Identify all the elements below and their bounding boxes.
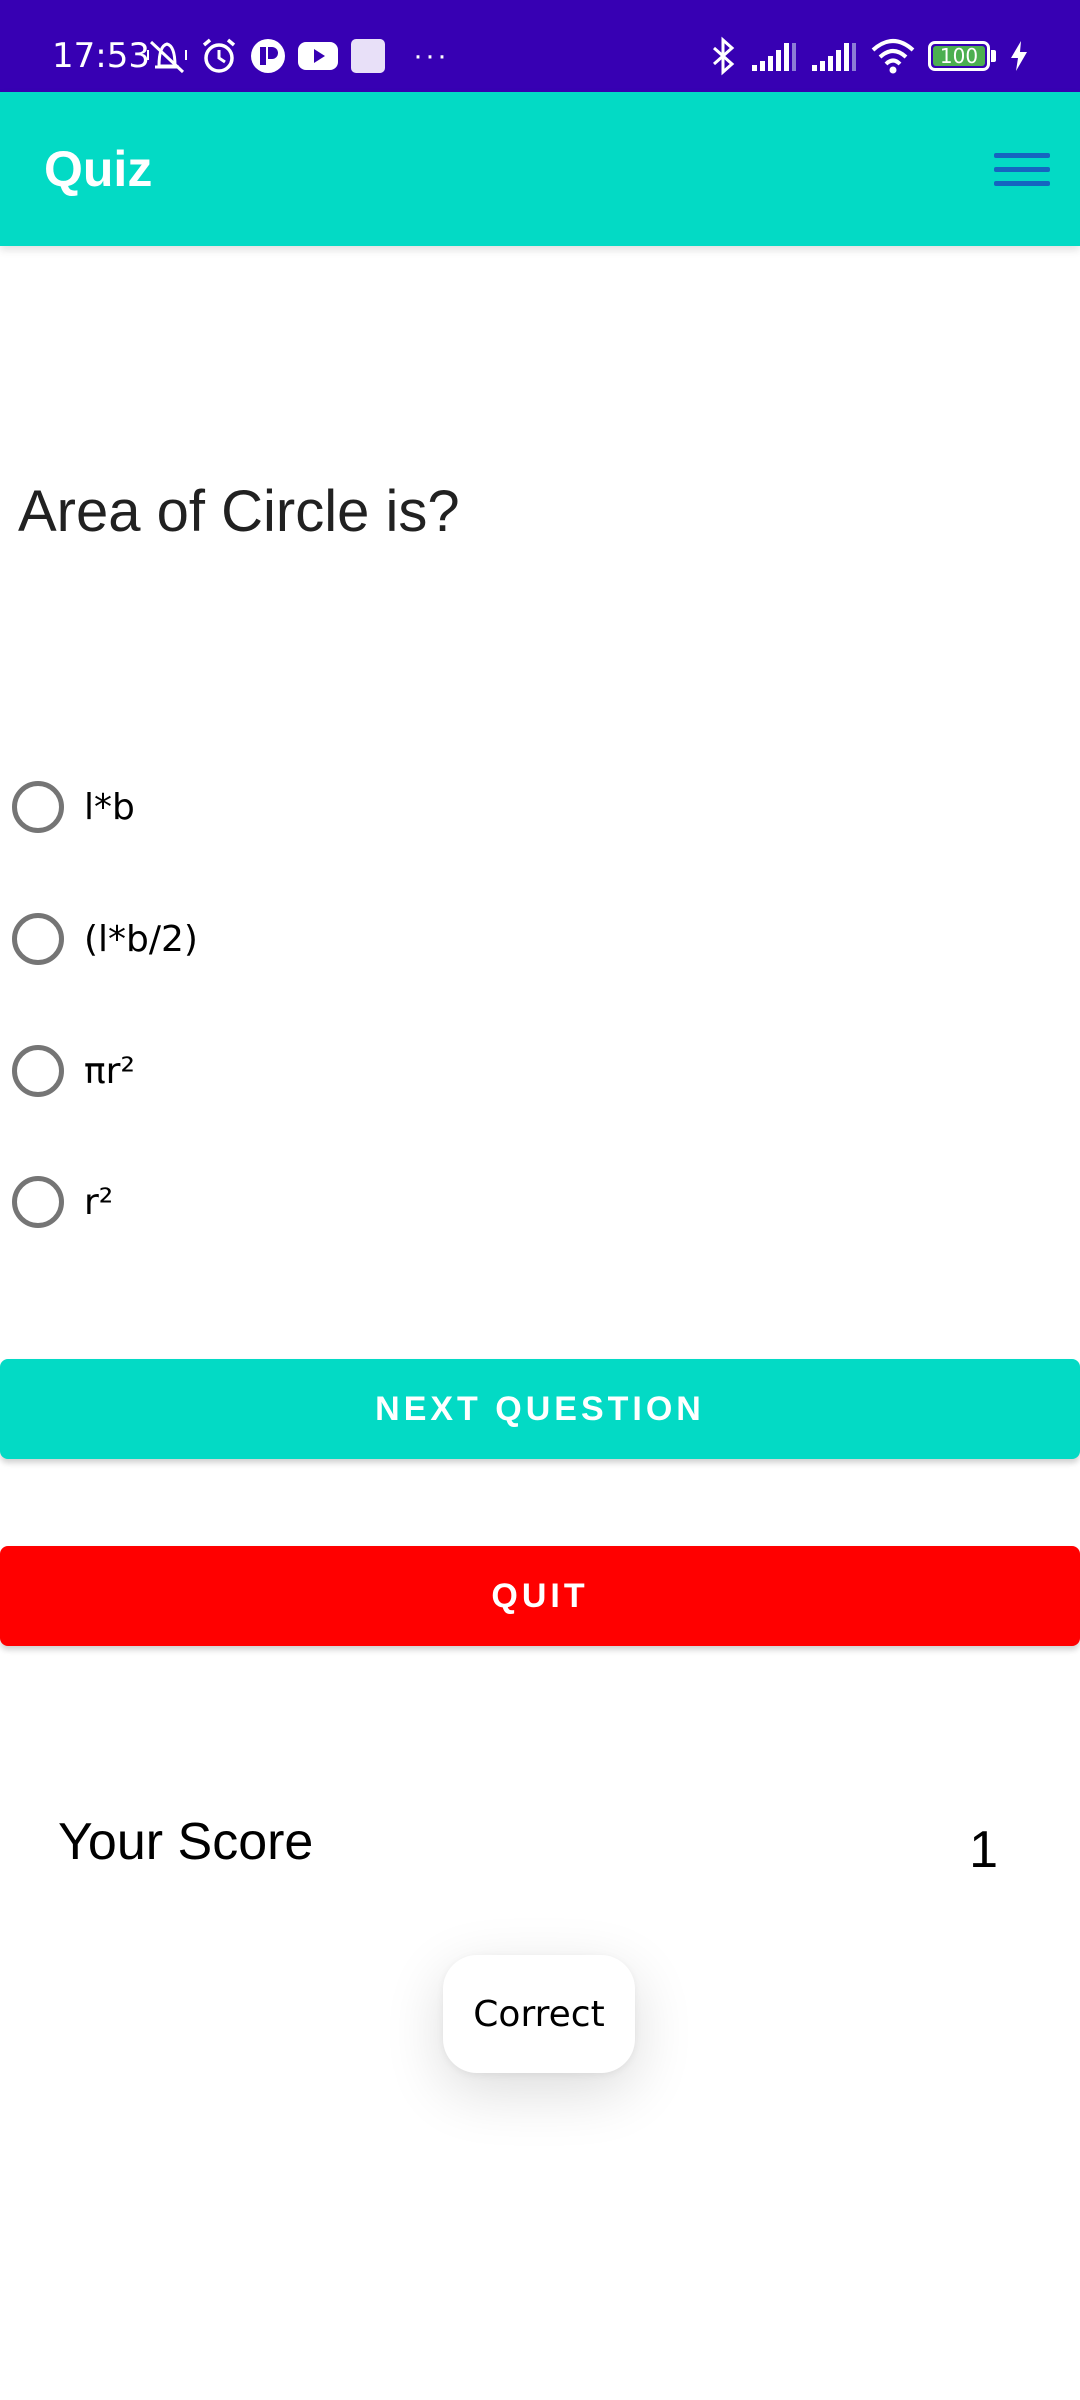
option-radio-2[interactable]: (l*b/2) [12, 899, 198, 979]
signal-icon [750, 39, 798, 73]
radio-button[interactable] [12, 1045, 64, 1097]
youtube-icon [297, 40, 339, 72]
status-time: 17:53 [52, 36, 150, 76]
option-label: l*b [84, 786, 135, 828]
battery-icon: 100 [928, 41, 996, 71]
toast-message: Correct [443, 1955, 635, 2073]
radio-button[interactable] [12, 1176, 64, 1228]
option-label: πr² [84, 1050, 135, 1092]
option-label: r² [84, 1181, 114, 1223]
alarm-icon [199, 36, 239, 76]
next-question-button[interactable]: NEXT QUESTION [0, 1359, 1080, 1459]
radio-button[interactable] [12, 781, 64, 833]
radio-button[interactable] [12, 913, 64, 965]
question-text: Area of Circle is? [18, 479, 460, 544]
signal-icon [810, 39, 858, 73]
app-title: Quiz [44, 141, 153, 197]
option-radio-1[interactable]: l*b [12, 767, 135, 847]
option-radio-3[interactable]: πr² [12, 1031, 135, 1111]
hamburger-menu-icon[interactable] [994, 144, 1050, 194]
status-left-icons: ··· [145, 34, 449, 78]
status-right-icons: 100 [708, 34, 1030, 78]
option-label: (l*b/2) [84, 918, 198, 960]
app-bar: Quiz [0, 92, 1080, 246]
option-radio-4[interactable]: r² [12, 1162, 113, 1242]
more-dots-icon: ··· [413, 39, 449, 72]
bluetooth-icon [708, 36, 738, 76]
square-notification-icon [349, 37, 387, 75]
score-value: 1 [969, 1821, 998, 1879]
app-notification-icon [249, 37, 287, 75]
wifi-icon [870, 38, 916, 74]
charging-icon [1008, 39, 1030, 73]
battery-level: 100 [939, 44, 979, 68]
status-bar: 17:53 ··· 100 [0, 0, 1080, 92]
vibrate-off-icon [145, 36, 189, 76]
quit-button[interactable]: QUIT [0, 1546, 1080, 1646]
score-label: Your Score [58, 1813, 314, 1871]
